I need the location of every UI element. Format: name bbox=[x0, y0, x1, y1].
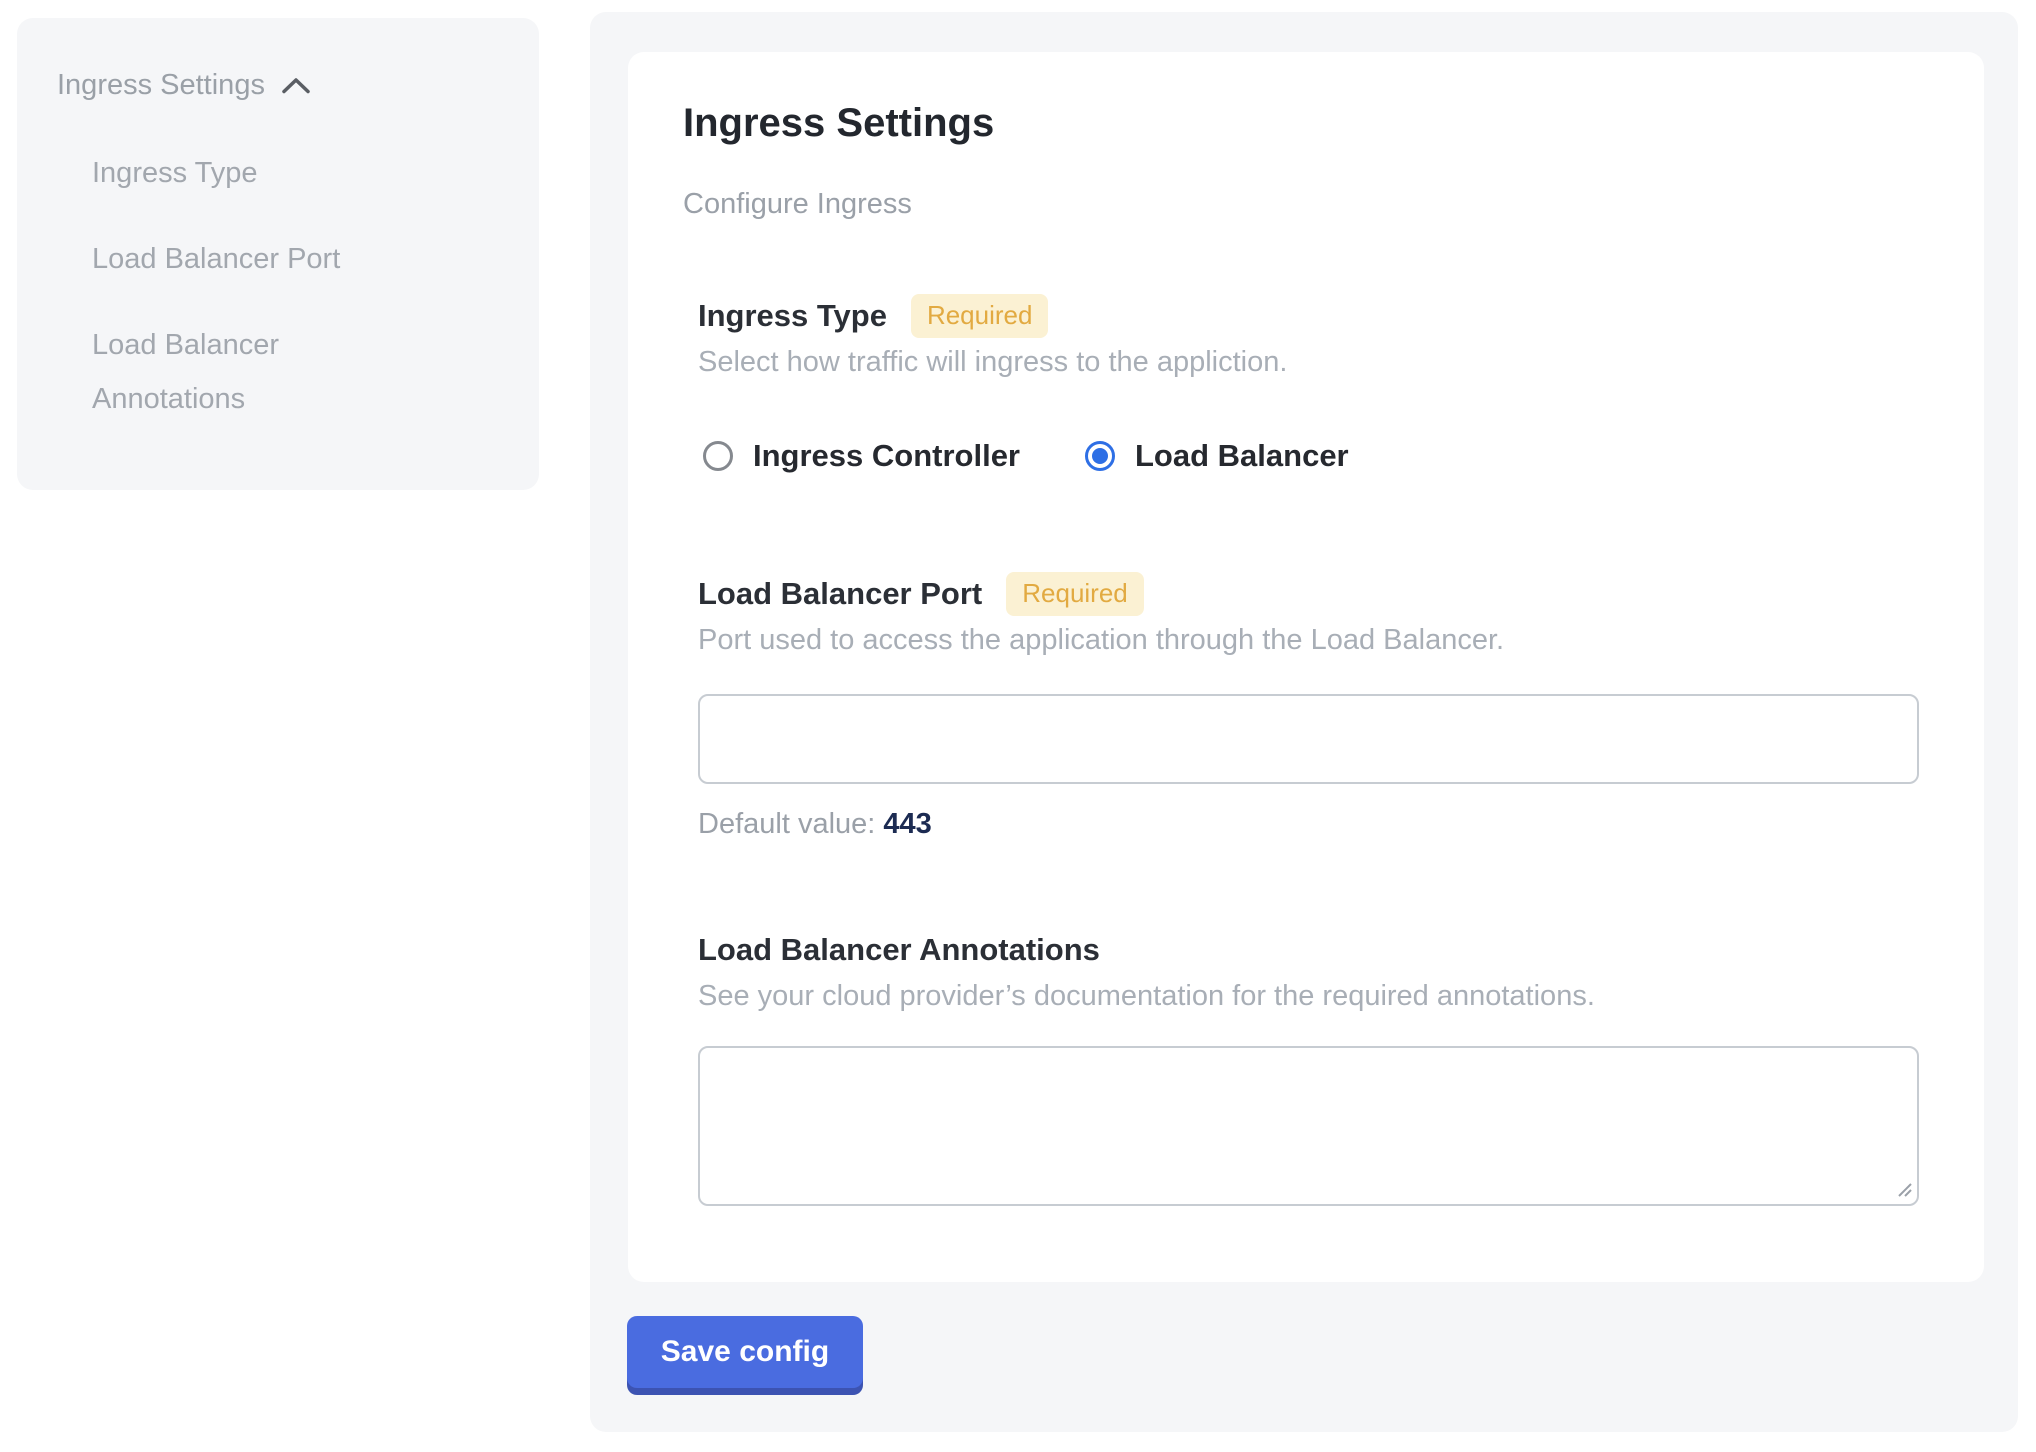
save-config-button[interactable]: Save config bbox=[627, 1316, 863, 1388]
page-subtitle: Configure Ingress bbox=[683, 186, 1919, 222]
page: Ingress Settings Ingress Type Load Balan… bbox=[0, 0, 2036, 1452]
radio-option-ingress-controller[interactable]: Ingress Controller bbox=[703, 438, 1020, 474]
radio-label: Ingress Controller bbox=[753, 438, 1020, 474]
field-label-load-balancer-port: Load Balancer Port bbox=[698, 576, 982, 612]
sidebar-item-load-balancer-port[interactable]: Load Balancer Port bbox=[92, 232, 432, 286]
field-description-load-balancer-annotations: See your cloud provider’s documentation … bbox=[698, 978, 1919, 1014]
sidebar-group-ingress-settings[interactable]: Ingress Settings bbox=[57, 64, 509, 106]
radio-icon[interactable] bbox=[1085, 441, 1115, 471]
ingress-settings-card: Ingress Settings Configure Ingress Ingre… bbox=[628, 52, 1984, 1282]
field-description-ingress-type: Select how traffic will ingress to the a… bbox=[698, 344, 1919, 380]
resize-handle-icon[interactable] bbox=[1891, 1176, 1913, 1198]
settings-sidebar: Ingress Settings Ingress Type Load Balan… bbox=[17, 18, 539, 490]
load-balancer-annotations-textarea[interactable] bbox=[698, 1046, 1919, 1206]
default-value-label: Default value: bbox=[698, 808, 875, 840]
chevron-up-icon bbox=[281, 69, 311, 102]
radio-option-load-balancer[interactable]: Load Balancer bbox=[1085, 438, 1349, 474]
radio-icon[interactable] bbox=[703, 441, 733, 471]
sidebar-group-label: Ingress Settings bbox=[57, 69, 265, 102]
settings-panel: Ingress Settings Configure Ingress Ingre… bbox=[590, 12, 2018, 1432]
field-label-load-balancer-annotations: Load Balancer Annotations bbox=[698, 932, 1100, 968]
required-badge: Required bbox=[1006, 572, 1144, 616]
sidebar-item-ingress-type[interactable]: Ingress Type bbox=[92, 146, 432, 200]
required-badge: Required bbox=[911, 294, 1049, 338]
page-title: Ingress Settings bbox=[683, 100, 1919, 146]
sidebar-item-load-balancer-annotations[interactable]: Load Balancer Annotations bbox=[92, 318, 432, 426]
radio-label: Load Balancer bbox=[1135, 438, 1349, 474]
field-ingress-type: Ingress Type Required Select how traffic… bbox=[683, 294, 1919, 474]
field-description-load-balancer-port: Port used to access the application thro… bbox=[698, 622, 1919, 658]
default-value: 443 bbox=[883, 808, 931, 840]
default-value-line: Default value: 443 bbox=[698, 806, 1919, 842]
field-load-balancer-port: Load Balancer Port Required Port used to… bbox=[683, 572, 1919, 842]
load-balancer-port-input[interactable] bbox=[698, 694, 1919, 784]
field-load-balancer-annotations: Load Balancer Annotations See your cloud… bbox=[683, 928, 1919, 1206]
sidebar-items: Ingress Type Load Balancer Port Load Bal… bbox=[57, 146, 509, 426]
ingress-type-radio-group: Ingress Controller Load Balancer bbox=[703, 438, 1919, 474]
field-label-ingress-type: Ingress Type bbox=[698, 298, 887, 334]
